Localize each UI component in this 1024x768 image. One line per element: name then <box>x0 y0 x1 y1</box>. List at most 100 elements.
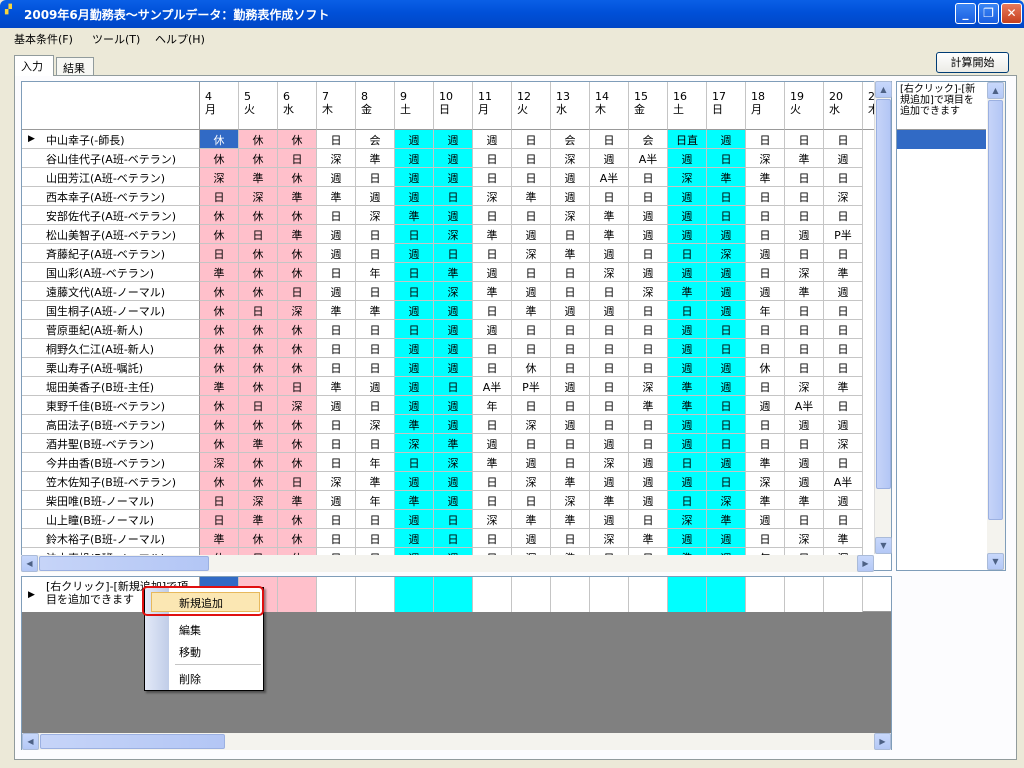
schedule-cell[interactable]: 日 <box>590 358 629 377</box>
schedule-cell[interactable]: 準 <box>551 472 590 491</box>
schedule-cell[interactable]: 日 <box>590 320 629 339</box>
schedule-cell[interactable]: 週 <box>434 472 473 491</box>
bottom-grid-cell[interactable] <box>512 577 551 612</box>
schedule-cell[interactable]: 休 <box>239 263 278 282</box>
schedule-cell[interactable]: 日 <box>629 301 668 320</box>
schedule-cell[interactable]: 週 <box>824 415 863 434</box>
schedule-cell[interactable]: 週 <box>824 149 863 168</box>
schedule-cell[interactable]: 準 <box>473 225 512 244</box>
schedule-cell[interactable]: 日 <box>434 244 473 263</box>
schedule-cell[interactable]: 深 <box>629 282 668 301</box>
schedule-cell[interactable]: 準 <box>317 187 356 206</box>
schedule-cell[interactable]: 深 <box>824 187 863 206</box>
schedule-cell[interactable]: 休 <box>239 472 278 491</box>
schedule-cell[interactable]: 深 <box>512 415 551 434</box>
schedule-cell[interactable]: 準 <box>200 377 239 396</box>
schedule-cell[interactable]: 日 <box>317 339 356 358</box>
schedule-cell[interactable]: 日 <box>746 415 785 434</box>
schedule-cell[interactable]: 週 <box>629 263 668 282</box>
schedule-cell[interactable]: 休 <box>239 529 278 548</box>
schedule-cell[interactable]: 日 <box>824 130 863 149</box>
schedule-cell[interactable]: 週 <box>824 282 863 301</box>
schedule-cell[interactable]: 日 <box>473 491 512 510</box>
schedule-cell[interactable]: 年 <box>473 396 512 415</box>
schedule-cell[interactable]: 日 <box>590 396 629 415</box>
context-menu-delete[interactable]: 削除 <box>179 671 201 687</box>
schedule-cell[interactable]: 深 <box>278 301 317 320</box>
side-scroll-up-icon[interactable]: ▲ <box>987 82 1004 99</box>
row-header[interactable]: 中山幸子(-師長) <box>22 130 200 149</box>
schedule-cell[interactable]: 日 <box>473 415 512 434</box>
row-header[interactable]: 柴田唯(B班-ノーマル) <box>22 491 200 510</box>
schedule-cell[interactable]: 準 <box>356 149 395 168</box>
row-header[interactable]: 山田芳江(A班-ベテラン) <box>22 168 200 187</box>
schedule-cell[interactable]: 日 <box>278 377 317 396</box>
schedule-cell[interactable]: 日 <box>551 453 590 472</box>
schedule-cell[interactable]: 週 <box>512 282 551 301</box>
schedule-cell[interactable]: 日 <box>629 320 668 339</box>
schedule-cell[interactable]: 会 <box>356 130 395 149</box>
schedule-cell[interactable]: 準 <box>824 529 863 548</box>
schedule-cell[interactable]: 週 <box>317 168 356 187</box>
schedule-cell[interactable]: 週 <box>395 187 434 206</box>
schedule-cell[interactable]: 準 <box>746 453 785 472</box>
schedule-cell[interactable]: 日 <box>590 130 629 149</box>
schedule-cell[interactable]: 週 <box>785 453 824 472</box>
schedule-cell[interactable]: 休 <box>239 339 278 358</box>
schedule-cell[interactable]: 日 <box>317 263 356 282</box>
schedule-cell[interactable]: 週 <box>434 130 473 149</box>
schedule-cell[interactable]: 日 <box>824 339 863 358</box>
schedule-cell[interactable]: 会 <box>629 130 668 149</box>
schedule-cell[interactable]: 準 <box>512 510 551 529</box>
schedule-cell[interactable]: 深 <box>824 434 863 453</box>
schedule-cell[interactable]: 日 <box>551 225 590 244</box>
schedule-cell[interactable]: 日 <box>317 529 356 548</box>
schedule-cell[interactable]: 週 <box>590 510 629 529</box>
schedule-cell[interactable]: 日 <box>746 529 785 548</box>
schedule-cell[interactable]: 日 <box>317 130 356 149</box>
row-header[interactable]: 今井由香(B班-ベテラン) <box>22 453 200 472</box>
schedule-cell[interactable]: 日 <box>746 339 785 358</box>
schedule-cell[interactable]: 深 <box>785 377 824 396</box>
schedule-cell[interactable]: 深 <box>551 491 590 510</box>
schedule-cell[interactable]: 週 <box>590 472 629 491</box>
schedule-cell[interactable]: 深 <box>785 263 824 282</box>
schedule-cell[interactable]: 休 <box>200 225 239 244</box>
schedule-cell[interactable]: 日 <box>512 396 551 415</box>
schedule-cell[interactable]: 休 <box>239 149 278 168</box>
schedule-cell[interactable]: 日 <box>746 263 785 282</box>
schedule-cell[interactable]: 深 <box>590 453 629 472</box>
schedule-cell[interactable]: 週 <box>551 377 590 396</box>
schedule-cell[interactable]: 週 <box>434 358 473 377</box>
schedule-cell[interactable]: 休 <box>200 149 239 168</box>
schedule-cell[interactable]: 準 <box>317 301 356 320</box>
schedule-cell[interactable]: 準 <box>512 187 551 206</box>
schedule-cell[interactable]: 日 <box>590 339 629 358</box>
schedule-cell[interactable]: 日 <box>473 168 512 187</box>
schedule-cell[interactable]: 日 <box>551 320 590 339</box>
schedule-cell[interactable]: 準 <box>239 510 278 529</box>
schedule-cell[interactable]: 日 <box>824 358 863 377</box>
schedule-cell[interactable]: 日 <box>395 263 434 282</box>
schedule-cell[interactable]: 日 <box>551 358 590 377</box>
schedule-cell[interactable]: 週 <box>317 491 356 510</box>
schedule-cell[interactable]: 週 <box>473 263 512 282</box>
schedule-cell[interactable]: 深 <box>707 491 746 510</box>
bottom-horizontal-scrollbar[interactable]: ◀ ▶ <box>22 733 891 750</box>
schedule-cell[interactable]: 日 <box>785 130 824 149</box>
schedule-cell[interactable]: 週 <box>707 358 746 377</box>
bottom-grid-cell[interactable] <box>317 577 356 612</box>
schedule-cell[interactable]: A半 <box>590 168 629 187</box>
schedule-cell[interactable]: 日 <box>707 149 746 168</box>
schedule-cell[interactable]: 週 <box>629 491 668 510</box>
schedule-cell[interactable]: 週 <box>434 415 473 434</box>
schedule-cell[interactable]: 週 <box>551 301 590 320</box>
schedule-cell[interactable]: 準 <box>590 206 629 225</box>
tab-result[interactable]: 結果 <box>56 57 94 76</box>
schedule-cell[interactable]: 日 <box>278 472 317 491</box>
side-panel-selected-row[interactable] <box>897 130 986 149</box>
schedule-cell[interactable]: 日 <box>668 453 707 472</box>
bottom-grid-cell[interactable] <box>668 577 707 612</box>
schedule-cell[interactable]: P半 <box>824 225 863 244</box>
schedule-cell[interactable]: 日 <box>317 510 356 529</box>
